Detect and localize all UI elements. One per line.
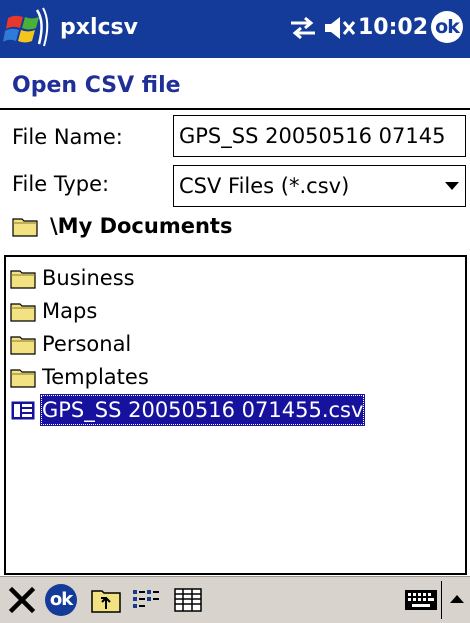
list-item-label: Personal bbox=[42, 332, 132, 356]
input-panel-button[interactable] bbox=[404, 585, 438, 615]
start-menu-button[interactable] bbox=[3, 4, 53, 52]
folder-icon bbox=[10, 369, 36, 388]
list-view-button[interactable] bbox=[129, 583, 163, 617]
sip-up-arrow-icon bbox=[450, 595, 464, 603]
file-type-select[interactable]: CSV Files (*.csv) bbox=[173, 165, 466, 207]
current-folder-path: \My Documents bbox=[50, 214, 233, 238]
folder-icon bbox=[10, 336, 36, 355]
up-folder-icon bbox=[91, 590, 121, 613]
ok-button[interactable]: ok bbox=[431, 11, 463, 43]
file-name-input[interactable] bbox=[173, 115, 466, 157]
file-type-value: CSV Files (*.csv) bbox=[179, 174, 350, 198]
input-menu-button[interactable] bbox=[448, 591, 466, 607]
title-divider bbox=[0, 108, 470, 110]
csv-file-icon bbox=[10, 400, 36, 421]
toolbar-separator bbox=[441, 581, 442, 619]
dialog-title: Open CSV file bbox=[12, 73, 181, 98]
list-item-label: Templates bbox=[42, 365, 149, 389]
file-list[interactable]: Business Maps Personal Templates GPS_SS … bbox=[4, 255, 467, 575]
windows-flag-icon bbox=[3, 7, 49, 47]
ok-icon: ok bbox=[45, 584, 77, 616]
folder-icon bbox=[10, 270, 36, 289]
file-name-label: File Name: bbox=[12, 125, 123, 149]
volume-muted-icon[interactable] bbox=[323, 15, 357, 41]
details-view-icon bbox=[174, 588, 202, 612]
toolbar-ok-button[interactable]: ok bbox=[44, 583, 78, 617]
list-item-label: Business bbox=[42, 266, 135, 290]
list-item-label: Maps bbox=[42, 299, 98, 323]
bottom-toolbar: ok bbox=[0, 576, 470, 623]
close-icon bbox=[8, 586, 36, 614]
folder-icon bbox=[10, 303, 36, 322]
clock-text[interactable]: 10:02 bbox=[358, 14, 428, 42]
details-view-button[interactable] bbox=[171, 583, 205, 617]
keyboard-icon bbox=[405, 590, 437, 610]
list-view-icon bbox=[133, 590, 159, 608]
file-type-label: File Type: bbox=[12, 172, 110, 196]
dropdown-arrow-icon[interactable] bbox=[445, 182, 459, 190]
app-title: pxlcsv bbox=[60, 15, 138, 40]
list-item-label: GPS_SS 20050516 071455.csv bbox=[40, 394, 366, 426]
cancel-button[interactable] bbox=[5, 583, 39, 617]
connectivity-icon[interactable] bbox=[288, 15, 318, 41]
title-bar: pxlcsv 10:02 ok bbox=[0, 0, 470, 58]
folder-icon bbox=[12, 218, 38, 237]
up-folder-button[interactable] bbox=[89, 583, 123, 617]
